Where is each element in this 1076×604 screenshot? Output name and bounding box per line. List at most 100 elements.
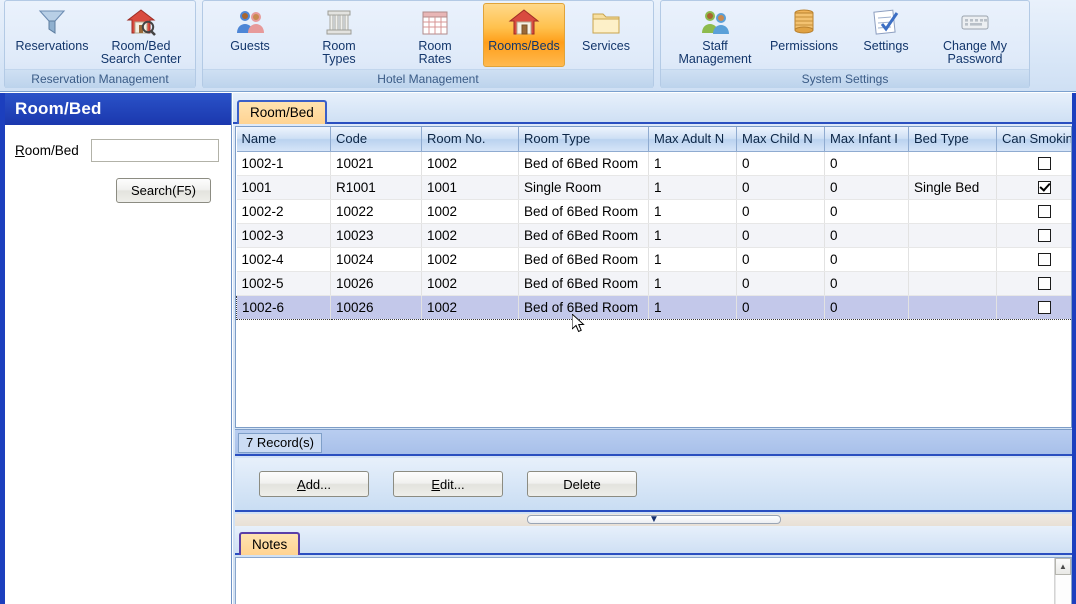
edit-label-rest: dit... bbox=[440, 476, 465, 492]
cell-max-adult: 1 bbox=[648, 223, 737, 248]
cell-max-infant: 0 bbox=[824, 199, 909, 224]
sidebar-button-row: Search(F5) bbox=[15, 178, 219, 203]
cell-can-smoking[interactable] bbox=[996, 199, 1071, 224]
cell-name: 1002-2 bbox=[236, 199, 331, 224]
ribbon-button-permissions[interactable]: Permissions bbox=[763, 3, 845, 67]
table-row[interactable]: 1002-6 10026 1002 Bed of 6Bed Room 1 0 0 bbox=[236, 294, 1071, 320]
room-bed-search-input[interactable] bbox=[91, 139, 219, 162]
cell-bed-type bbox=[908, 294, 997, 320]
cell-bed-type: Single Bed bbox=[908, 175, 997, 200]
cell-code: R1001 bbox=[330, 175, 422, 200]
cell-max-adult: 1 bbox=[648, 271, 737, 296]
cell-can-smoking[interactable] bbox=[996, 175, 1071, 200]
can-smoking-checkbox[interactable] bbox=[1037, 204, 1051, 218]
delete-button[interactable]: Delete bbox=[527, 471, 637, 497]
sidebar-title: Room/Bed bbox=[5, 93, 231, 125]
column-header-code[interactable]: Code bbox=[330, 127, 422, 152]
table-row[interactable]: 1002-5 10026 1002 Bed of 6Bed Room 1 0 0 bbox=[236, 271, 1071, 296]
column-header-room-no[interactable]: Room No. bbox=[421, 127, 519, 152]
notes-tabstrip: Notes bbox=[235, 526, 1072, 555]
cell-code: 10021 bbox=[330, 151, 422, 176]
notes-vertical-scrollbar[interactable]: ▲ bbox=[1054, 558, 1071, 604]
table-row[interactable]: 1002-2 10022 1002 Bed of 6Bed Room 1 0 0 bbox=[236, 199, 1071, 224]
scrollbar-track[interactable] bbox=[1055, 575, 1071, 604]
ribbon-button-room-rates[interactable]: Room Rates bbox=[387, 3, 483, 69]
notes-panel: Notes ▲ bbox=[235, 526, 1072, 604]
cell-max-adult: 1 bbox=[648, 151, 737, 176]
can-smoking-checkbox[interactable] bbox=[1037, 300, 1051, 314]
add-accelerator: A bbox=[297, 476, 306, 492]
ribbon-button-label: Rooms/Beds bbox=[488, 39, 560, 53]
grid-action-button-band: Add... Edit... Delete bbox=[235, 458, 1072, 512]
add-button[interactable]: Add... bbox=[259, 471, 369, 497]
can-smoking-checkbox[interactable] bbox=[1037, 180, 1051, 194]
grid-header-row: Name Code Room No. Room Type Max Adult N Max … bbox=[236, 127, 1071, 152]
cell-bed-type bbox=[908, 271, 997, 296]
table-row[interactable]: 1002-3 10023 1002 Bed of 6Bed Room 1 0 0 bbox=[236, 223, 1071, 248]
ribbon-button-change-my-password[interactable]: Change My Password bbox=[927, 3, 1023, 69]
cell-room-type: Single Room bbox=[518, 175, 649, 200]
ribbon-button-room-bed-search-center[interactable]: Room/Bed Search Center bbox=[93, 3, 189, 69]
ribbon-button-guests[interactable]: Guests bbox=[209, 3, 291, 67]
table-row[interactable]: 1002-4 10024 1002 Bed of 6Bed Room 1 0 0 bbox=[236, 247, 1071, 272]
cell-bed-type bbox=[908, 199, 997, 224]
column-header-max-infant-i[interactable]: Max Infant I bbox=[824, 127, 909, 152]
cell-room-type: Bed of 6Bed Room bbox=[518, 199, 649, 224]
ribbon-button-services[interactable]: Services bbox=[565, 3, 647, 67]
cell-room-type: Bed of 6Bed Room bbox=[518, 223, 649, 248]
column-header-room-type[interactable]: Room Type bbox=[518, 127, 649, 152]
room-bed-field-label: Room/Bed bbox=[15, 143, 91, 158]
edit-button[interactable]: Edit... bbox=[393, 471, 503, 497]
cell-max-infant: 0 bbox=[824, 175, 909, 200]
can-smoking-checkbox[interactable] bbox=[1037, 276, 1051, 290]
table-row[interactable]: 1002-1 10021 1002 Bed of 6Bed Room 1 0 0 bbox=[236, 151, 1071, 176]
cell-max-infant: 0 bbox=[824, 223, 909, 248]
column-header-max-adult-n[interactable]: Max Adult N bbox=[648, 127, 737, 152]
search-button[interactable]: Search(F5) bbox=[115, 178, 211, 203]
ribbon-button-reservations[interactable]: Reservations bbox=[11, 3, 93, 67]
cell-room-type: Bed of 6Bed Room bbox=[518, 151, 649, 176]
scroll-up-icon[interactable]: ▲ bbox=[1055, 558, 1071, 575]
column-header-max-child-n[interactable]: Max Child N bbox=[736, 127, 825, 152]
search-sidebar: Room/Bed Room/Bed Search(F5) bbox=[0, 93, 232, 604]
column-header-bed-type[interactable]: Bed Type bbox=[908, 127, 997, 152]
ribbon-button-settings[interactable]: Settings bbox=[845, 3, 927, 67]
ribbon-button-label: Room Types bbox=[322, 39, 356, 66]
ribbon-button-staff-management[interactable]: Staff Management bbox=[667, 3, 763, 69]
ribbon-button-rooms-beds[interactable]: Rooms/Beds bbox=[483, 3, 565, 67]
cell-room-no: 1001 bbox=[421, 175, 519, 200]
tab-notes[interactable]: Notes bbox=[239, 532, 301, 555]
room-bed-grid: Name Code Room No. Room Type Max Adult N Max … bbox=[236, 127, 1071, 320]
ribbon-group-system-settings: Staff Management Permissions Settings Change… bbox=[660, 0, 1030, 88]
chevron-down-icon: ▼ bbox=[649, 513, 659, 525]
splitter-collapse-handle[interactable]: ▼ bbox=[527, 513, 781, 525]
cell-can-smoking[interactable] bbox=[996, 151, 1071, 176]
cell-can-smoking[interactable] bbox=[996, 271, 1071, 296]
notes-textarea[interactable] bbox=[236, 558, 1054, 604]
column-header-can-smoking[interactable]: Can Smoking bbox=[996, 127, 1071, 152]
can-smoking-checkbox[interactable] bbox=[1037, 252, 1051, 266]
table-row[interactable]: 1001 R1001 1001 Single Room 1 0 0 Single Bed bbox=[236, 175, 1071, 200]
cell-max-infant: 0 bbox=[824, 151, 909, 176]
can-smoking-checkbox[interactable] bbox=[1037, 156, 1051, 170]
tab-room-bed[interactable]: Room/Bed bbox=[237, 100, 327, 124]
cell-room-no: 1002 bbox=[421, 223, 519, 248]
cell-can-smoking[interactable] bbox=[996, 223, 1071, 248]
cell-room-no: 1002 bbox=[421, 247, 519, 272]
house-icon bbox=[508, 6, 540, 38]
can-smoking-checkbox[interactable] bbox=[1037, 228, 1051, 242]
pillar-icon bbox=[323, 6, 355, 38]
cell-max-adult: 1 bbox=[648, 294, 737, 320]
cell-room-type: Bed of 6Bed Room bbox=[518, 294, 649, 320]
cell-name: 1002-4 bbox=[236, 247, 331, 272]
ribbon-button-room-types[interactable]: Room Types bbox=[291, 3, 387, 69]
cell-max-adult: 1 bbox=[648, 199, 737, 224]
room-bed-field-row: Room/Bed bbox=[15, 139, 219, 162]
ribbon-button-label: Change My Password bbox=[943, 39, 1007, 66]
cell-max-adult: 1 bbox=[648, 175, 737, 200]
panel-splitter[interactable]: ▼ bbox=[235, 514, 1072, 526]
cell-can-smoking[interactable] bbox=[996, 294, 1071, 320]
room-bed-grid-container[interactable]: Name Code Room No. Room Type Max Adult N Max … bbox=[235, 126, 1072, 428]
column-header-name[interactable]: Name bbox=[236, 127, 331, 152]
cell-can-smoking[interactable] bbox=[996, 247, 1071, 272]
